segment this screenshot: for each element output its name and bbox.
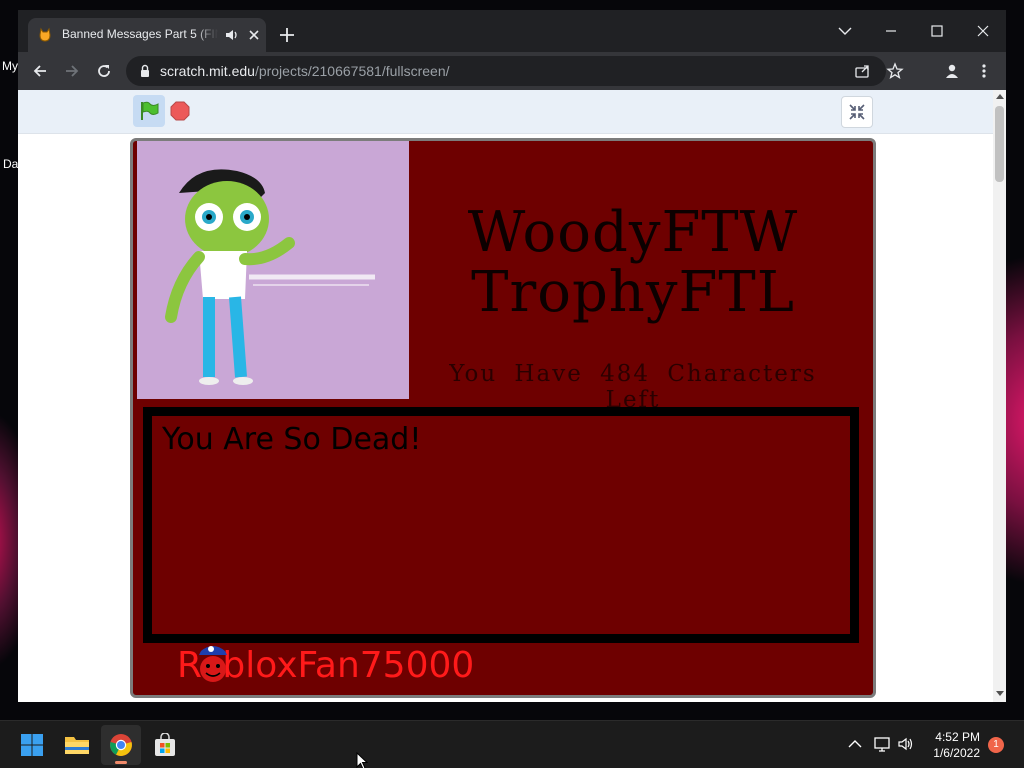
scroll-thumb[interactable] <box>995 106 1004 182</box>
minimize-button[interactable] <box>868 16 914 46</box>
page-scrollbar[interactable] <box>993 90 1006 702</box>
close-window-button[interactable] <box>960 16 1006 46</box>
speaker-icon[interactable] <box>224 27 240 43</box>
active-app-indicator <box>115 761 127 764</box>
share-icon[interactable] <box>854 62 872 80</box>
cartoon-character-image <box>165 169 375 385</box>
url-host: scratch.mit.edu <box>160 63 255 79</box>
file-explorer-button[interactable] <box>57 725 97 765</box>
forward-button[interactable] <box>61 60 83 82</box>
scroll-down-arrow[interactable] <box>996 691 1004 696</box>
chevron-up-icon[interactable] <box>846 735 864 753</box>
maximize-icon <box>931 25 943 37</box>
green-flag-button[interactable] <box>133 95 165 127</box>
arrow-right-icon <box>66 65 79 77</box>
roblox-avatar-icon <box>199 646 227 682</box>
scroll-up-arrow[interactable] <box>996 94 1004 99</box>
profile-icon <box>946 64 958 78</box>
url-path: /projects/210667581/fullscreen/ <box>254 63 450 79</box>
desktop-icon-label[interactable]: My <box>2 59 18 73</box>
chrome-taskbar-button[interactable] <box>101 725 141 765</box>
tab-title: Banned Messages Part 5 (FINAL) <box>62 27 218 41</box>
characters-left-text: You Have 484 Characters Left <box>449 361 817 413</box>
scratch-cat-icon <box>39 27 51 42</box>
url-text[interactable]: scratch.mit.edu/projects/210667581/fulls… <box>160 63 450 79</box>
scratch-controls-bar <box>18 90 993 134</box>
chevron-down-icon <box>838 27 852 35</box>
page-content: WoodyFTW TrophyFTL You Have 484 Characte… <box>18 90 1006 702</box>
title-line-2: TrophyFTL <box>471 260 795 325</box>
microsoft-store-icon <box>155 733 175 756</box>
star-icon[interactable] <box>886 62 904 80</box>
address-bar[interactable]: scratch.mit.edu/projects/210667581/fulls… <box>126 56 904 86</box>
clock-date: 1/6/2022 <box>933 746 980 760</box>
maximize-button[interactable] <box>914 16 960 46</box>
lock-icon[interactable] <box>138 64 152 78</box>
arrow-left-icon <box>33 65 46 77</box>
project-stage[interactable]: WoodyFTW TrophyFTL You Have 484 Characte… <box>130 138 876 698</box>
start-button[interactable] <box>12 725 52 765</box>
back-button[interactable] <box>29 60 51 82</box>
exit-fullscreen-icon <box>849 104 865 120</box>
browser-toolbar: scratch.mit.edu/projects/210667581/fulls… <box>18 52 1006 90</box>
plus-icon[interactable] <box>278 26 296 44</box>
desktop-icon-label[interactable]: Da <box>3 157 18 171</box>
store-button[interactable] <box>145 725 185 765</box>
close-icon[interactable] <box>246 27 262 43</box>
close-icon <box>977 25 989 37</box>
kebab-menu-icon <box>982 64 986 78</box>
notification-badge[interactable]: 1 <box>988 737 1004 753</box>
minimize-icon <box>886 30 896 32</box>
stop-icon[interactable] <box>170 101 190 121</box>
clock-time: 4:52 PM <box>935 730 980 744</box>
green-flag-icon <box>141 101 159 120</box>
browser-window: Banned Messages Part 5 (FINAL) <box>18 10 1006 702</box>
stage-title: WoodyFTW TrophyFTL <box>433 203 833 323</box>
tab-search-button[interactable] <box>822 16 868 46</box>
browser-tab[interactable]: Banned Messages Part 5 (FINAL) <box>28 18 266 52</box>
windows-start-icon <box>21 734 43 756</box>
chrome-icon <box>110 734 132 756</box>
taskbar: 4:52 PM 1/6/2022 1 <box>0 720 1024 768</box>
character-sprite <box>137 141 409 399</box>
volume-icon[interactable] <box>897 735 915 753</box>
system-clock[interactable]: 4:52 PM 1/6/2022 <box>918 729 980 761</box>
browser-menu-button[interactable] <box>973 60 995 82</box>
message-box: You Are So Dead! <box>143 407 859 643</box>
mouse-cursor-icon <box>356 752 368 768</box>
title-line-1: WoodyFTW <box>467 200 799 265</box>
reload-icon <box>98 65 110 77</box>
reload-button[interactable] <box>93 60 115 82</box>
profile-button[interactable] <box>941 60 963 82</box>
exit-fullscreen-button[interactable] <box>841 96 873 128</box>
file-explorer-icon <box>65 737 89 754</box>
network-icon[interactable] <box>873 735 891 753</box>
message-text: You Are So Dead! <box>162 422 422 457</box>
tab-strip: Banned Messages Part 5 (FINAL) <box>18 10 1006 52</box>
